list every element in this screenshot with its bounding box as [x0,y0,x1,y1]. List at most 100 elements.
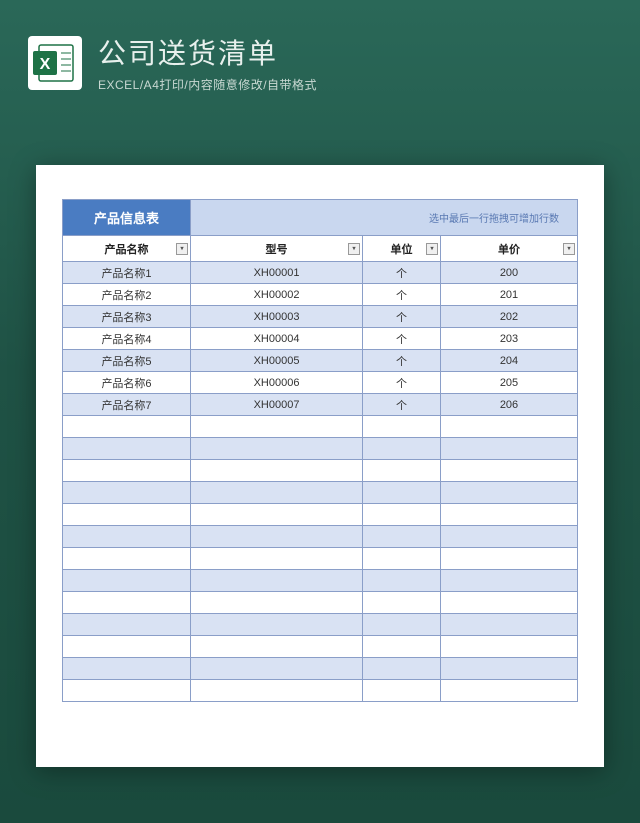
cell-empty[interactable] [441,504,578,526]
cell-unit[interactable]: 个 [363,394,441,416]
table-row-empty[interactable] [63,460,578,482]
cell-empty[interactable] [363,504,441,526]
table-row[interactable]: 产品名称6XH00006个205 [63,372,578,394]
cell-name[interactable]: 产品名称1 [63,262,191,284]
cell-unit[interactable]: 个 [363,350,441,372]
table-row-empty[interactable] [63,614,578,636]
cell-empty[interactable] [441,636,578,658]
table-row-empty[interactable] [63,438,578,460]
cell-empty[interactable] [441,614,578,636]
cell-empty[interactable] [191,526,363,548]
cell-empty[interactable] [363,636,441,658]
table-row-empty[interactable] [63,416,578,438]
table-row-empty[interactable] [63,636,578,658]
table-row[interactable]: 产品名称7XH00007个206 [63,394,578,416]
filter-icon[interactable]: ▾ [426,243,438,255]
cell-name[interactable]: 产品名称6 [63,372,191,394]
cell-empty[interactable] [63,548,191,570]
cell-name[interactable]: 产品名称3 [63,306,191,328]
cell-empty[interactable] [63,636,191,658]
cell-unit[interactable]: 个 [363,262,441,284]
cell-empty[interactable] [441,416,578,438]
cell-model[interactable]: XH00002 [191,284,363,306]
cell-empty[interactable] [63,482,191,504]
cell-model[interactable]: XH00001 [191,262,363,284]
cell-empty[interactable] [363,614,441,636]
cell-price[interactable]: 202 [441,306,578,328]
cell-unit[interactable]: 个 [363,284,441,306]
cell-empty[interactable] [63,438,191,460]
cell-empty[interactable] [363,416,441,438]
table-row-empty[interactable] [63,570,578,592]
cell-unit[interactable]: 个 [363,306,441,328]
cell-empty[interactable] [63,614,191,636]
cell-name[interactable]: 产品名称2 [63,284,191,306]
cell-empty[interactable] [441,680,578,702]
cell-empty[interactable] [191,592,363,614]
cell-empty[interactable] [63,416,191,438]
cell-empty[interactable] [191,416,363,438]
cell-price[interactable]: 205 [441,372,578,394]
cell-empty[interactable] [63,504,191,526]
cell-empty[interactable] [441,526,578,548]
table-row-empty[interactable] [63,504,578,526]
cell-empty[interactable] [63,592,191,614]
cell-empty[interactable] [441,438,578,460]
table-row[interactable]: 产品名称1XH00001个200 [63,262,578,284]
cell-empty[interactable] [363,592,441,614]
cell-name[interactable]: 产品名称7 [63,394,191,416]
cell-empty[interactable] [363,438,441,460]
table-row-empty[interactable] [63,658,578,680]
cell-empty[interactable] [191,570,363,592]
cell-unit[interactable]: 个 [363,328,441,350]
cell-price[interactable]: 201 [441,284,578,306]
cell-price[interactable]: 203 [441,328,578,350]
cell-empty[interactable] [191,636,363,658]
cell-model[interactable]: XH00005 [191,350,363,372]
cell-empty[interactable] [191,438,363,460]
cell-empty[interactable] [191,482,363,504]
table-row[interactable]: 产品名称5XH00005个204 [63,350,578,372]
table-row-empty[interactable] [63,482,578,504]
cell-empty[interactable] [191,680,363,702]
cell-empty[interactable] [363,570,441,592]
cell-empty[interactable] [63,460,191,482]
cell-empty[interactable] [63,658,191,680]
table-row-empty[interactable] [63,592,578,614]
table-row-empty[interactable] [63,548,578,570]
filter-icon[interactable]: ▾ [563,243,575,255]
cell-empty[interactable] [363,680,441,702]
cell-price[interactable]: 206 [441,394,578,416]
cell-empty[interactable] [63,680,191,702]
cell-model[interactable]: XH00003 [191,306,363,328]
cell-name[interactable]: 产品名称4 [63,328,191,350]
filter-icon[interactable]: ▾ [348,243,360,255]
cell-empty[interactable] [191,658,363,680]
cell-model[interactable]: XH00007 [191,394,363,416]
cell-empty[interactable] [441,570,578,592]
cell-empty[interactable] [441,460,578,482]
cell-empty[interactable] [363,658,441,680]
cell-empty[interactable] [63,570,191,592]
cell-price[interactable]: 200 [441,262,578,284]
table-row-empty[interactable] [63,526,578,548]
cell-empty[interactable] [441,482,578,504]
cell-empty[interactable] [191,548,363,570]
cell-empty[interactable] [363,482,441,504]
cell-empty[interactable] [441,592,578,614]
cell-empty[interactable] [363,526,441,548]
cell-empty[interactable] [363,460,441,482]
cell-empty[interactable] [191,460,363,482]
cell-unit[interactable]: 个 [363,372,441,394]
cell-empty[interactable] [191,504,363,526]
table-row-empty[interactable] [63,680,578,702]
cell-empty[interactable] [63,526,191,548]
cell-empty[interactable] [191,614,363,636]
cell-empty[interactable] [441,548,578,570]
cell-model[interactable]: XH00004 [191,328,363,350]
cell-empty[interactable] [363,548,441,570]
table-row[interactable]: 产品名称3XH00003个202 [63,306,578,328]
cell-model[interactable]: XH00006 [191,372,363,394]
table-row[interactable]: 产品名称2XH00002个201 [63,284,578,306]
cell-empty[interactable] [441,658,578,680]
